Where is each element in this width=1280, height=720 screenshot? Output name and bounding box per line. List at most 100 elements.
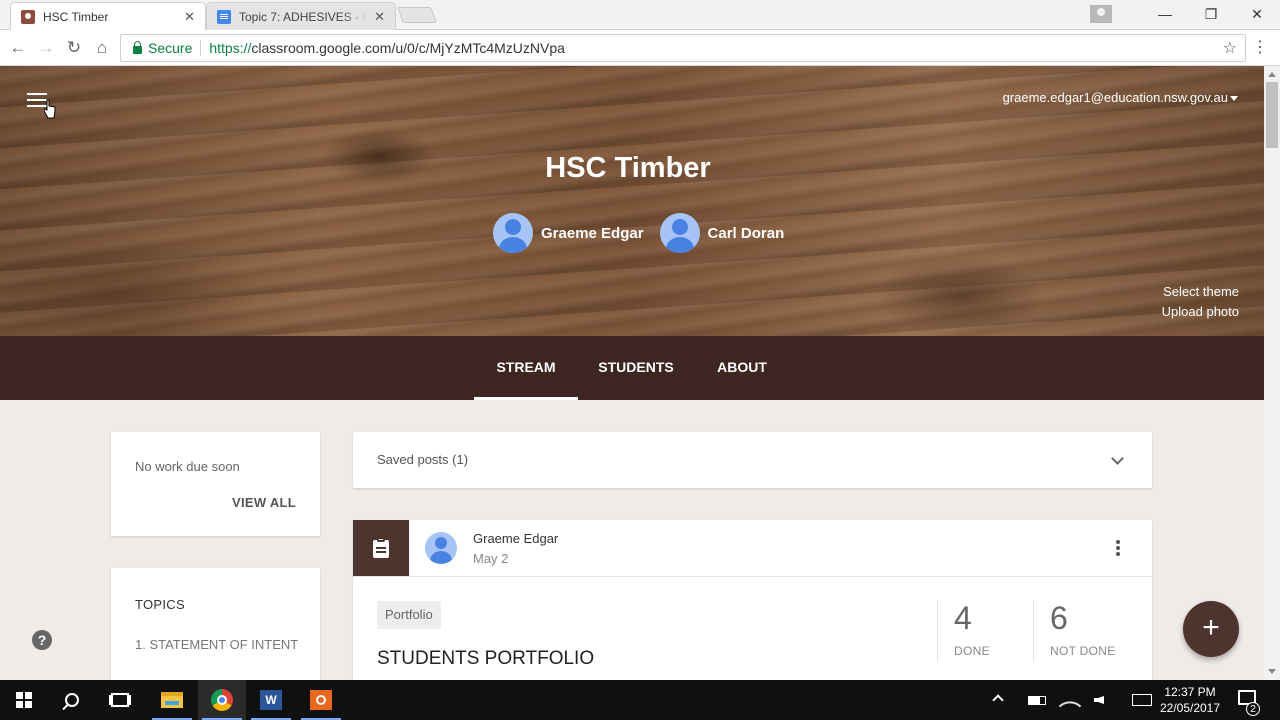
chevron-down-icon[interactable] (1111, 452, 1124, 465)
page-scrollbar[interactable] (1264, 66, 1280, 680)
tab-title: Topic 7: ADHESIVES - Go (239, 9, 369, 24)
volume-icon[interactable] (1094, 692, 1110, 708)
system-tray (986, 680, 1162, 720)
avatar (425, 532, 457, 564)
not-done-stat[interactable]: 6 NOT DONE (1033, 600, 1143, 662)
post-author: Graeme Edgar (473, 531, 559, 546)
scroll-down-icon[interactable] (1268, 669, 1276, 674)
close-window-button[interactable]: ✕ (1234, 6, 1280, 23)
tab-students[interactable]: STUDENTS (590, 336, 682, 400)
class-nav-tabs: STREAM STUDENTS ABOUT (0, 336, 1264, 400)
tab-title: HSC Timber (43, 9, 109, 24)
not-done-label: NOT DONE (1050, 644, 1116, 658)
browser-tab-adhesives[interactable]: Topic 7: ADHESIVES - Go ✕ (206, 2, 396, 30)
window-controls: — ❐ ✕ (1090, 0, 1280, 28)
restore-button[interactable]: ❐ (1188, 6, 1234, 23)
browser-tab-hsc-timber[interactable]: HSC Timber ✕ (10, 2, 206, 30)
windows-taskbar: W 12:37 PM 22/05/2017 2 (0, 680, 1280, 720)
teacher-list: Graeme Edgar Carl Doran (493, 213, 800, 253)
help-icon[interactable]: ? (32, 630, 52, 650)
search-icon (65, 693, 79, 707)
docs-favicon-icon (217, 9, 231, 24)
assignment-post: Graeme Edgar May 2 Portfolio STUDENTS PO… (353, 520, 1152, 690)
avatar (659, 213, 700, 253)
battery-icon[interactable] (1028, 692, 1046, 708)
secure-label: Secure (148, 40, 193, 56)
tab-stream[interactable]: STREAM (474, 336, 578, 400)
not-done-count: 6 (1050, 600, 1068, 636)
task-view-icon (111, 693, 129, 707)
done-label: DONE (954, 644, 990, 658)
address-separator (200, 40, 202, 56)
caret-down-icon[interactable] (1230, 96, 1238, 101)
done-count: 4 (954, 600, 972, 636)
class-title: HSC Timber (545, 152, 711, 184)
post-title[interactable]: STUDENTS PORTFOLIO (377, 648, 594, 670)
back-icon[interactable]: ← (8, 38, 28, 58)
url-text: classroom.google.com/u/0/c/MjYzMTc4MzUzN… (251, 40, 565, 56)
upload-photo-link[interactable]: Upload photo (1162, 302, 1239, 322)
search-button[interactable] (48, 680, 96, 720)
office-taskbar-button[interactable] (297, 680, 345, 720)
topics-heading: TOPICS (135, 597, 185, 612)
topic-chip[interactable]: Portfolio (377, 601, 441, 629)
windows-logo-icon (16, 692, 32, 708)
select-theme-link[interactable]: Select theme (1162, 282, 1239, 302)
minimize-button[interactable]: — (1142, 6, 1188, 22)
view-all-button[interactable]: VIEW ALL (232, 495, 296, 510)
clock-date: 22/05/2017 (1159, 701, 1221, 715)
tab-close-icon[interactable]: ✕ (184, 9, 195, 25)
teacher-name: Carl Doran (707, 224, 785, 242)
notification-count-badge: 2 (1246, 702, 1260, 716)
start-button[interactable] (0, 680, 48, 720)
avatar (493, 213, 533, 253)
post-date: May 2 (473, 551, 509, 566)
address-bar[interactable]: Secure https:// classroom.google.com/u/0… (120, 34, 1246, 62)
classroom-favicon-icon (21, 9, 35, 24)
reload-icon[interactable]: ↻ (64, 38, 84, 58)
scroll-thumb[interactable] (1266, 82, 1278, 148)
done-stat[interactable]: 4 DONE (937, 600, 1033, 662)
bookmark-star-icon[interactable]: ☆ (1223, 38, 1237, 58)
teacher-name: Graeme Edgar (541, 224, 644, 242)
taskbar-clock[interactable]: 12:37 PM 22/05/2017 (1150, 684, 1230, 716)
lock-icon (133, 40, 142, 54)
topics-card: TOPICS 1. STATEMENT OF INTENT (111, 568, 320, 688)
saved-posts-bar[interactable]: Saved posts (1) (353, 432, 1152, 488)
upcoming-card: No work due soon VIEW ALL (111, 432, 320, 536)
clock-time: 12:37 PM (1164, 685, 1216, 699)
file-explorer-button[interactable] (148, 680, 196, 720)
chrome-icon (211, 689, 233, 711)
new-tab-button[interactable] (397, 7, 437, 23)
tray-expand-icon[interactable] (992, 692, 1010, 708)
folder-icon (161, 692, 183, 708)
post-divider (353, 576, 1152, 577)
forward-icon[interactable]: → (36, 38, 56, 58)
account-switcher[interactable]: graeme.edgar1@education.nsw.gov.au (1003, 90, 1228, 105)
task-view-button[interactable] (96, 680, 144, 720)
teacher-chip[interactable]: Graeme Edgar (493, 213, 644, 253)
chrome-menu-icon[interactable]: ⋮ (1252, 38, 1268, 58)
more-options-icon[interactable] (1116, 540, 1120, 558)
no-work-message: No work due soon (135, 459, 240, 474)
url-scheme: https:// (209, 40, 252, 56)
teacher-chip[interactable]: Carl Doran (659, 213, 785, 253)
word-taskbar-button[interactable]: W (247, 680, 295, 720)
browser-toolbar: ← → ↻ ⌂ Secure https:// classroom.google… (0, 30, 1280, 66)
office-app-icon (310, 690, 332, 710)
topic-item[interactable]: 1. STATEMENT OF INTENT (135, 637, 298, 652)
saved-posts-label: Saved posts (1) (377, 452, 469, 467)
wifi-icon[interactable] (1058, 692, 1082, 718)
theme-links: Select theme Upload photo (1162, 282, 1239, 322)
create-post-button[interactable]: + (1183, 601, 1239, 657)
profile-icon[interactable] (1090, 5, 1112, 23)
chrome-taskbar-button[interactable] (198, 680, 246, 720)
assignment-icon (353, 520, 409, 576)
class-header-banner: graeme.edgar1@education.nsw.gov.au HSC T… (0, 66, 1264, 336)
home-icon[interactable]: ⌂ (92, 38, 112, 58)
word-icon: W (260, 690, 282, 710)
scroll-up-icon[interactable] (1268, 72, 1276, 77)
browser-tabstrip: HSC Timber ✕ Topic 7: ADHESIVES - Go ✕ —… (0, 0, 1280, 30)
tab-about[interactable]: ABOUT (708, 336, 776, 400)
tab-close-icon[interactable]: ✕ (374, 9, 385, 25)
